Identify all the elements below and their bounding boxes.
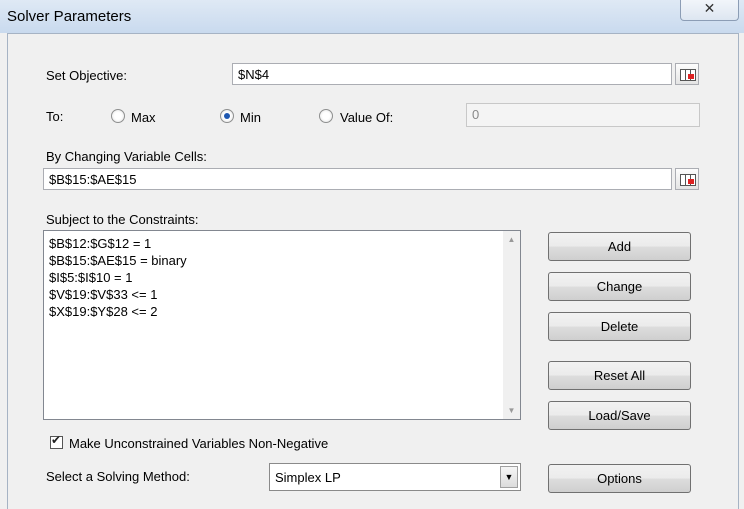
list-item[interactable]: $B$15:$AE$15 = binary [44,252,520,269]
list-item[interactable]: $V$19:$V$33 <= 1 [44,286,520,303]
value-of-radio-label[interactable]: Value Of: [340,110,393,125]
add-button[interactable]: Add [548,232,691,261]
change-button[interactable]: Change [548,272,691,301]
window-title: Solver Parameters [7,8,132,25]
non-negative-label[interactable]: Make Unconstrained Variables Non-Negativ… [69,436,328,451]
set-objective-input[interactable]: $N$4 [232,63,672,85]
constraints-scrollbar[interactable]: ▲ ▼ [503,231,520,419]
load-save-button[interactable]: Load/Save [548,401,691,430]
max-radio[interactable] [111,109,125,123]
solving-method-label: Select a Solving Method: [46,469,190,484]
non-negative-checkbox[interactable] [50,433,63,449]
min-radio-label[interactable]: Min [240,110,261,125]
solving-method-value: Simplex LP [275,470,341,485]
changing-cells-collapse-button[interactable] [675,168,699,190]
solving-method-select[interactable]: Simplex LP ▼ [269,463,521,491]
min-radio[interactable] [220,109,234,123]
scroll-down-icon[interactable]: ▼ [503,402,520,419]
chevron-down-icon[interactable]: ▼ [500,466,518,488]
set-objective-label: Set Objective: [46,68,127,83]
list-item[interactable]: $B$12:$G$12 = 1 [44,235,520,252]
reset-all-button[interactable]: Reset All [548,361,691,390]
scroll-up-icon[interactable]: ▲ [503,231,520,248]
constraints-list[interactable]: $B$12:$G$12 = 1 $B$15:$AE$15 = binary $I… [43,230,521,420]
value-of-radio[interactable] [319,109,333,123]
close-button[interactable]: ✕ [680,0,739,21]
to-label: To: [46,109,64,124]
changing-cells-label: By Changing Variable Cells: [46,149,207,164]
set-objective-collapse-button[interactable] [675,63,699,85]
title-bar: Solver Parameters ✕ [0,0,744,33]
options-button[interactable]: Options [548,464,691,493]
list-item[interactable]: $I$5:$I$10 = 1 [44,269,520,286]
constraints-label: Subject to the Constraints: [46,212,199,227]
delete-button[interactable]: Delete [548,312,691,341]
value-of-input[interactable]: 0 [466,103,700,127]
close-icon: ✕ [703,0,716,16]
changing-cells-input[interactable]: $B$15:$AE$15 [43,168,672,190]
list-item[interactable]: $X$19:$Y$28 <= 2 [44,303,520,320]
max-radio-label[interactable]: Max [131,110,156,125]
